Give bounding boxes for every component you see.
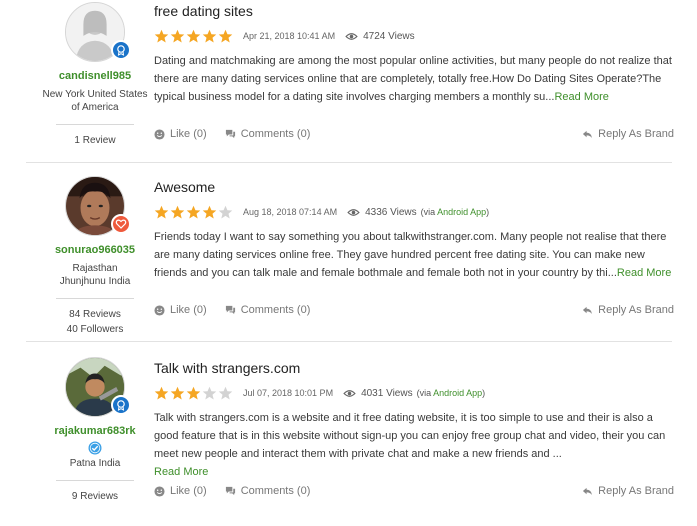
review-body: Dating and matchmaking are among the mos… (154, 55, 672, 103)
star-rating (154, 205, 234, 220)
star-filled-icon (218, 29, 233, 42)
review-divider (26, 341, 672, 342)
comments-icon (225, 305, 235, 314)
android-app-link[interactable]: Android App (433, 388, 482, 398)
star-filled-icon (202, 29, 217, 42)
reviewer-location: Patna India (69, 458, 121, 469)
reply-icon (583, 306, 593, 314)
android-app-link[interactable]: Android App (437, 207, 486, 217)
review-count[interactable]: 9 Reviews (28, 489, 162, 504)
reply-label: Reply As Brand (598, 304, 674, 316)
eye-icon (347, 208, 360, 216)
star-empty-icon (218, 386, 233, 399)
source-note: (via Android App) (416, 388, 486, 398)
reviewer-location: Rajasthan Jhunjhunu India (59, 263, 131, 287)
star-filled-icon (170, 205, 185, 218)
review-date: Aug 18, 2018 07:14 AM (243, 207, 338, 217)
reply-as-brand-button[interactable]: Reply As Brand (582, 485, 674, 497)
reply-as-brand-button[interactable]: Reply As Brand (582, 128, 674, 140)
medal-icon (111, 395, 131, 415)
star-rating (154, 386, 234, 401)
comments-button[interactable]: Comments (0) (225, 128, 311, 140)
reply-as-brand-button[interactable]: Reply As Brand (582, 304, 674, 316)
source-note: (via Android App) (420, 207, 490, 217)
comments-icon (225, 129, 235, 138)
star-empty-icon (218, 205, 233, 218)
divider (56, 298, 134, 299)
star-filled-icon (154, 386, 169, 399)
star-rating (154, 29, 234, 44)
reply-label: Reply As Brand (598, 128, 674, 140)
view-count: 4336 Views (365, 206, 417, 218)
star-filled-icon (186, 29, 201, 42)
reply-label: Reply As Brand (598, 485, 674, 497)
reviewer-name[interactable]: candisnell985 (28, 70, 162, 82)
star-filled-icon (186, 205, 201, 218)
read-more-link[interactable]: Read More (554, 91, 608, 103)
like-label: Like (0) (170, 128, 207, 140)
divider (56, 480, 134, 481)
reviewer-location: New York United States of America (42, 89, 148, 113)
comments-button[interactable]: Comments (0) (225, 485, 311, 497)
follower-count[interactable]: 40 Followers (28, 322, 162, 337)
comments-label: Comments (0) (240, 485, 311, 497)
comments-button[interactable]: Comments (0) (225, 304, 311, 316)
comments-label: Comments (0) (240, 304, 311, 316)
verified-check-icon (88, 441, 102, 455)
smiley-icon (154, 304, 165, 316)
reviewer-profile: sonurao966035 Rajasthan Jhunjhunu India … (28, 176, 162, 337)
heart-icon (111, 214, 131, 234)
reply-icon (583, 487, 593, 495)
star-filled-icon (154, 29, 169, 42)
medal-icon (111, 40, 131, 60)
star-empty-icon (202, 386, 217, 399)
eye-icon (343, 389, 356, 397)
review-body: Friends today I want to say something yo… (154, 231, 672, 279)
review-count[interactable]: 84 Reviews (28, 307, 162, 322)
comments-icon (225, 486, 235, 495)
review-title[interactable]: Talk with strangers.com (154, 359, 674, 377)
comments-label: Comments (0) (240, 128, 311, 140)
star-filled-icon (202, 205, 217, 218)
review-title[interactable]: Awesome (154, 178, 674, 196)
like-button[interactable]: Like (0) (154, 485, 207, 497)
star-filled-icon (154, 205, 169, 218)
read-more-link[interactable]: Read More (617, 267, 671, 279)
reviewer-profile: candisnell985 New York United States of … (28, 2, 162, 148)
view-count: 4031 Views (361, 387, 413, 399)
read-more-link[interactable]: Read More (154, 466, 208, 478)
like-label: Like (0) (170, 304, 207, 316)
star-filled-icon (170, 29, 185, 42)
review-date: Apr 21, 2018 10:41 AM (243, 31, 336, 41)
eye-icon (345, 32, 358, 40)
divider (56, 124, 134, 125)
review-date: Jul 07, 2018 10:01 PM (243, 388, 334, 398)
review-body: Talk with strangers.com is a website and… (154, 412, 666, 478)
smiley-icon (154, 485, 165, 497)
like-button[interactable]: Like (0) (154, 128, 207, 140)
review-title[interactable]: free dating sites (154, 2, 674, 20)
view-count: 4724 Views (363, 30, 415, 42)
smiley-icon (154, 128, 165, 140)
like-label: Like (0) (170, 485, 207, 497)
review-count[interactable]: 1 Review (28, 133, 162, 148)
reply-icon (583, 130, 593, 138)
reviewer-profile: rajakumar683rk Patna India 9 Reviews (28, 357, 162, 504)
review-divider (26, 162, 672, 163)
reviewer-name[interactable]: rajakumar683rk (28, 425, 162, 437)
reviewer-name[interactable]: sonurao966035 (28, 244, 162, 256)
star-filled-icon (186, 386, 201, 399)
like-button[interactable]: Like (0) (154, 304, 207, 316)
star-filled-icon (170, 386, 185, 399)
